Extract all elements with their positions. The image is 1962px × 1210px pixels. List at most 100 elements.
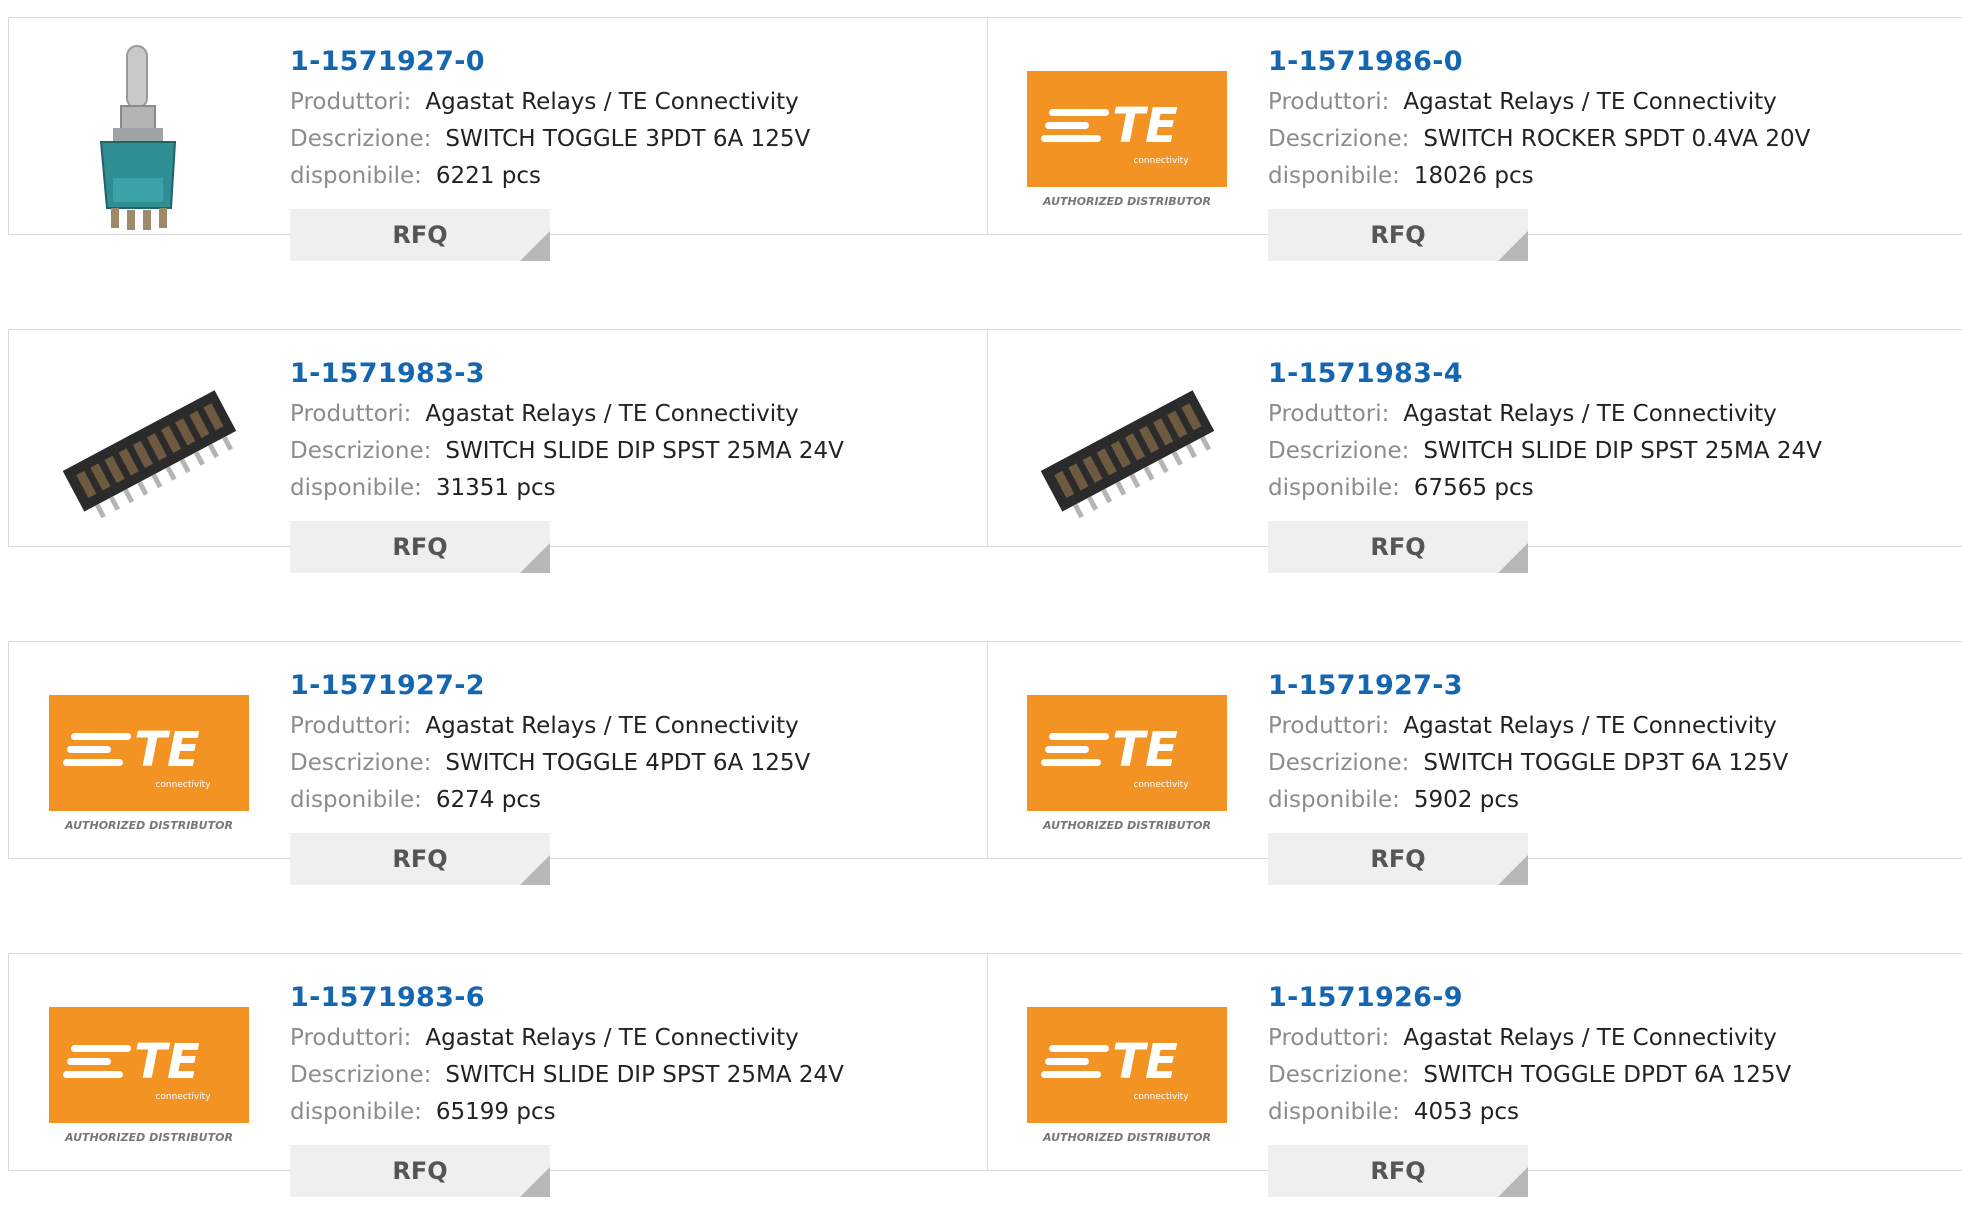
product-row: 1-1571927-0 Produttori: Agastat Relays / … [8, 17, 1962, 261]
te-authorized-distributor-logo: TE connectivity AUTHORIZED DISTRIBUTOR [49, 662, 249, 832]
manufacturer-line: Produttori: Agastat Relays / TE Connectiv… [290, 84, 950, 121]
rfq-button[interactable]: RFQ [1268, 833, 1528, 885]
rfq-button[interactable]: RFQ [290, 833, 550, 885]
product-image-te-logo[interactable]: TE connectivity AUTHORIZED DISTRIBUTOR [1027, 662, 1227, 862]
description-line: Descrizione: SWITCH SLIDE DIP SPST 25MA 2… [290, 1057, 950, 1094]
manufacturer-value: Agastat Relays / TE Connectivity [1403, 713, 1777, 739]
logo-sub: connectivity [1133, 156, 1189, 166]
description-line: Descrizione: SWITCH TOGGLE 3PDT 6A 125V [290, 121, 950, 158]
logo-brand: TE [1112, 98, 1178, 154]
product-image-dip-switch[interactable] [49, 350, 249, 550]
manufacturer-value: Agastat Relays / TE Connectivity [1403, 401, 1777, 427]
product-card: TE connectivity AUTHORIZED DISTRIBUTOR 1-1… [9, 642, 988, 885]
availability-label: disponibile: [1268, 475, 1400, 501]
product-card: 1-1571983-3 Produttori: Agastat Relays / … [9, 330, 988, 573]
toggle-switch-photo-icon [49, 38, 249, 238]
manufacturer-label: Produttori: [1268, 713, 1390, 739]
manufacturer-label: Produttori: [290, 401, 412, 427]
availability-value: 31351 pcs [435, 475, 556, 501]
manufacturer-label: Produttori: [1268, 89, 1390, 115]
availability-line: disponibile: 6274 pcs [290, 782, 950, 819]
manufacturer-value: Agastat Relays / TE Connectivity [425, 713, 799, 739]
te-authorized-distributor-logo: TE connectivity AUTHORIZED DISTRIBUTOR [1027, 662, 1227, 832]
rfq-label: RFQ [1370, 1157, 1426, 1185]
product-image-te-logo[interactable]: TE connectivity AUTHORIZED DISTRIBUTOR [49, 974, 249, 1174]
manufacturer-label: Produttori: [290, 713, 412, 739]
rfq-button[interactable]: RFQ [1268, 521, 1528, 573]
rfq-label: RFQ [392, 1157, 448, 1185]
rfq-button[interactable]: RFQ [1268, 1145, 1528, 1197]
corner-triangle-icon [520, 231, 550, 261]
part-number-link[interactable]: 1-1571983-4 [1268, 357, 1928, 391]
product-image-te-logo[interactable]: TE connectivity AUTHORIZED DISTRIBUTOR [1027, 38, 1227, 238]
availability-value: 18026 pcs [1413, 163, 1534, 189]
part-number-link[interactable]: 1-1571983-6 [290, 981, 950, 1015]
product-info: 1-1571986-0 Produttori: Agastat Relays / … [1268, 45, 1928, 261]
manufacturer-line: Produttori: Agastat Relays / TE Connectiv… [1268, 708, 1928, 745]
part-number-link[interactable]: 1-1571983-3 [290, 357, 950, 391]
product-row: TE connectivity AUTHORIZED DISTRIBUTOR 1-1… [8, 641, 1962, 885]
te-authorized-distributor-logo: TE connectivity AUTHORIZED DISTRIBUTOR [49, 974, 249, 1144]
description-label: Descrizione: [1268, 1062, 1410, 1088]
description-label: Descrizione: [1268, 750, 1410, 776]
manufacturer-label: Produttori: [1268, 401, 1390, 427]
corner-triangle-icon [1498, 543, 1528, 573]
te-authorized-distributor-logo: TE connectivity AUTHORIZED DISTRIBUTOR [1027, 974, 1227, 1144]
part-number-link[interactable]: 1-1571986-0 [1268, 45, 1928, 79]
availability-line: disponibile: 67565 pcs [1268, 470, 1928, 507]
logo-badge: AUTHORIZED DISTRIBUTOR [1042, 819, 1211, 832]
description-value: SWITCH TOGGLE DPDT 6A 125V [1423, 1062, 1792, 1088]
description-line: Descrizione: SWITCH SLIDE DIP SPST 25MA 2… [290, 433, 950, 470]
description-line: Descrizione: SWITCH TOGGLE 4PDT 6A 125V [290, 745, 950, 782]
product-info: 1-1571927-0 Produttori: Agastat Relays / … [290, 45, 950, 261]
logo-badge: AUTHORIZED DISTRIBUTOR [64, 1131, 233, 1144]
manufacturer-line: Produttori: Agastat Relays / TE Connectiv… [1268, 396, 1928, 433]
manufacturer-line: Produttori: Agastat Relays / TE Connectiv… [1268, 84, 1928, 121]
rfq-button[interactable]: RFQ [290, 521, 550, 573]
part-number-link[interactable]: 1-1571926-9 [1268, 981, 1928, 1015]
description-label: Descrizione: [290, 126, 432, 152]
rfq-button[interactable]: RFQ [1268, 209, 1528, 261]
corner-triangle-icon [1498, 855, 1528, 885]
product-card: TE connectivity AUTHORIZED DISTRIBUTOR 1-1… [987, 642, 1962, 885]
description-label: Descrizione: [1268, 126, 1410, 152]
availability-label: disponibile: [290, 163, 422, 189]
description-line: Descrizione: SWITCH TOGGLE DPDT 6A 125V [1268, 1057, 1928, 1094]
rfq-button[interactable]: RFQ [290, 209, 550, 261]
rfq-button[interactable]: RFQ [290, 1145, 550, 1197]
product-info: 1-1571927-3 Produttori: Agastat Relays / … [1268, 669, 1928, 885]
product-image-te-logo[interactable]: TE connectivity AUTHORIZED DISTRIBUTOR [1027, 974, 1227, 1174]
product-info: 1-1571927-2 Produttori: Agastat Relays / … [290, 669, 950, 885]
logo-brand: TE [1112, 722, 1178, 778]
description-value: SWITCH TOGGLE 3PDT 6A 125V [445, 126, 811, 152]
availability-value: 4053 pcs [1413, 1099, 1519, 1125]
logo-brand: TE [1112, 1034, 1178, 1090]
rfq-label: RFQ [392, 221, 448, 249]
description-line: Descrizione: SWITCH TOGGLE DP3T 6A 125V [1268, 745, 1928, 782]
rfq-label: RFQ [392, 533, 448, 561]
rfq-label: RFQ [1370, 533, 1426, 561]
corner-triangle-icon [520, 1167, 550, 1197]
availability-value: 6221 pcs [435, 163, 541, 189]
description-value: SWITCH SLIDE DIP SPST 25MA 24V [445, 438, 844, 464]
logo-sub: connectivity [155, 1092, 211, 1102]
corner-triangle-icon [520, 543, 550, 573]
product-image-dip-switch[interactable] [1027, 350, 1227, 550]
manufacturer-line: Produttori: Agastat Relays / TE Connectiv… [290, 1020, 950, 1057]
rfq-label: RFQ [1370, 221, 1426, 249]
description-line: Descrizione: SWITCH ROCKER SPDT 0.4VA 20V [1268, 121, 1928, 158]
logo-sub: connectivity [1133, 1092, 1189, 1102]
part-number-link[interactable]: 1-1571927-3 [1268, 669, 1928, 703]
part-number-link[interactable]: 1-1571927-2 [290, 669, 950, 703]
product-image-toggle-switch[interactable] [49, 38, 249, 238]
logo-sub: connectivity [155, 780, 211, 790]
product-image-te-logo[interactable]: TE connectivity AUTHORIZED DISTRIBUTOR [49, 662, 249, 862]
part-number-link[interactable]: 1-1571927-0 [290, 45, 950, 79]
availability-label: disponibile: [290, 475, 422, 501]
availability-value: 6274 pcs [435, 787, 541, 813]
logo-brand: TE [134, 722, 200, 778]
description-label: Descrizione: [290, 1062, 432, 1088]
product-card: TE connectivity AUTHORIZED DISTRIBUTOR 1-1… [9, 954, 988, 1197]
corner-triangle-icon [1498, 231, 1528, 261]
description-label: Descrizione: [1268, 438, 1410, 464]
